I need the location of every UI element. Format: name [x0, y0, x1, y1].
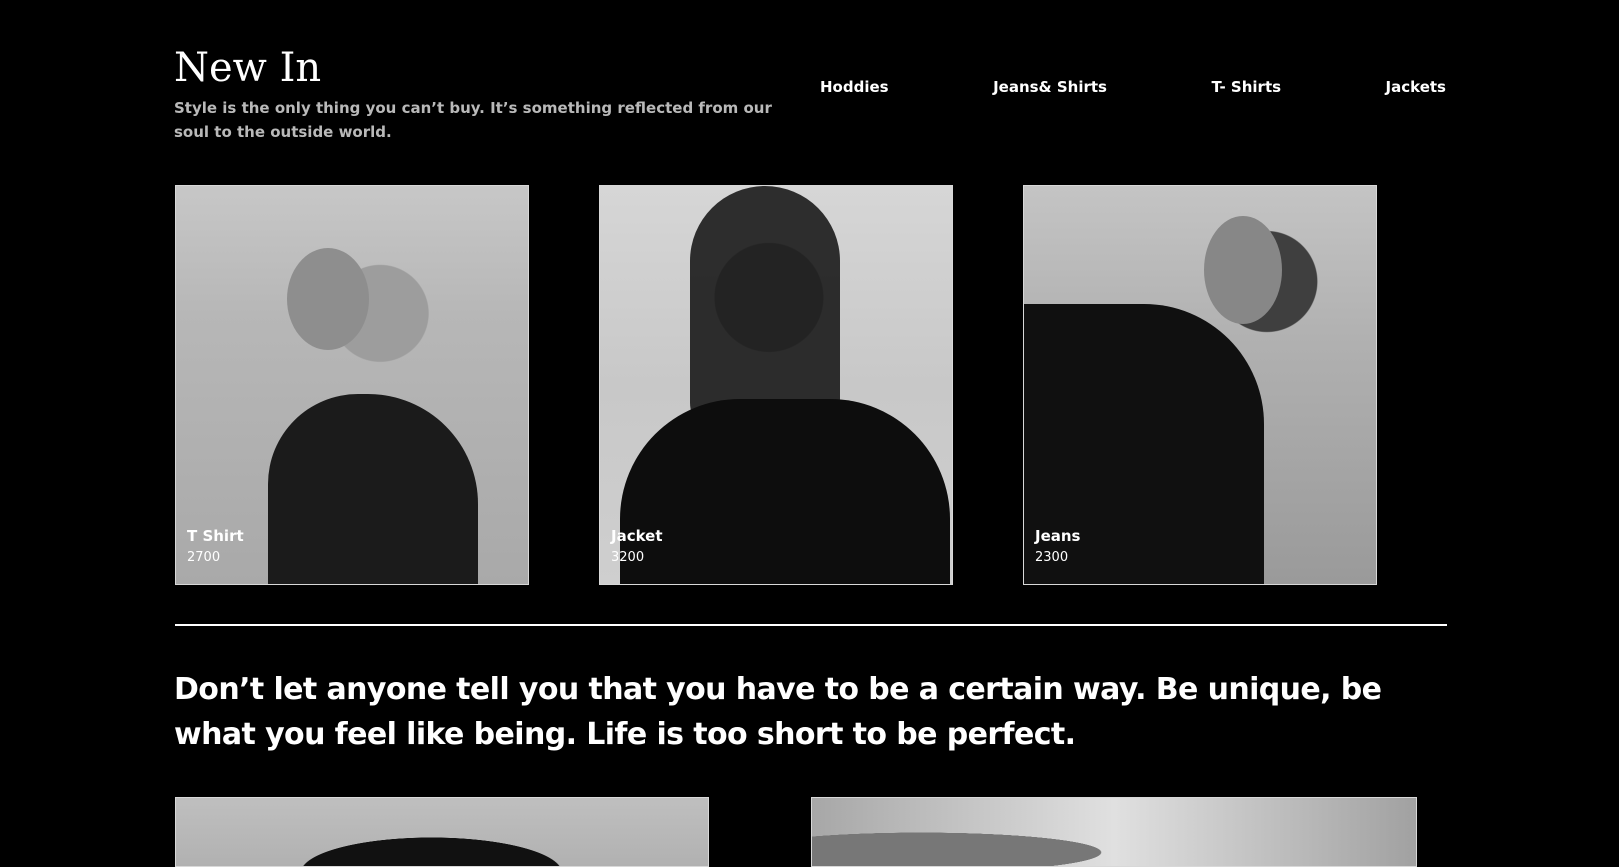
product-price: 2300 — [1035, 550, 1069, 565]
category-link-jeans-shirts[interactable]: Jeans& Shirts — [993, 78, 1107, 96]
bottom-image-card-left[interactable] — [175, 797, 709, 867]
model-head-shape — [1204, 216, 1282, 324]
style-quote: Don’t let anyone tell you that you have … — [174, 672, 1382, 752]
product-card-t-shirt[interactable]: T Shirt 2700 — [175, 185, 529, 585]
bottom-image-card-right[interactable] — [811, 797, 1417, 867]
product-label: Jeans 2300 — [1035, 526, 1080, 570]
category-link-t-shirts[interactable]: T- Shirts — [1211, 78, 1281, 96]
product-photo — [600, 186, 952, 584]
product-photo — [176, 186, 528, 584]
section-divider — [175, 624, 1447, 626]
model-jacket-shape — [620, 399, 950, 584]
category-link-hoddies[interactable]: Hoddies — [820, 78, 889, 96]
category-navigation: Hoddies Jeans& Shirts T- Shirts Jackets — [820, 78, 1446, 96]
product-price: 3200 — [611, 550, 645, 565]
product-label: Jacket 3200 — [611, 526, 663, 570]
page-title: New In — [174, 45, 322, 91]
product-price: 2700 — [187, 550, 221, 565]
product-name: Jacket — [611, 527, 663, 545]
page-subtitle: Style is the only thing you can’t buy. I… — [174, 99, 772, 141]
product-photo — [1024, 186, 1376, 584]
category-link-jackets[interactable]: Jackets — [1386, 78, 1446, 96]
model-head-shape — [287, 248, 369, 350]
product-label: T Shirt 2700 — [187, 526, 244, 570]
product-name: Jeans — [1035, 527, 1081, 545]
product-name: T Shirt — [187, 527, 244, 545]
product-card-jeans[interactable]: Jeans 2300 — [1023, 185, 1377, 585]
model-shirt-shape — [268, 394, 478, 584]
clipped-top-text — [620, 0, 940, 2]
product-card-jacket[interactable]: Jacket 3200 — [599, 185, 953, 585]
